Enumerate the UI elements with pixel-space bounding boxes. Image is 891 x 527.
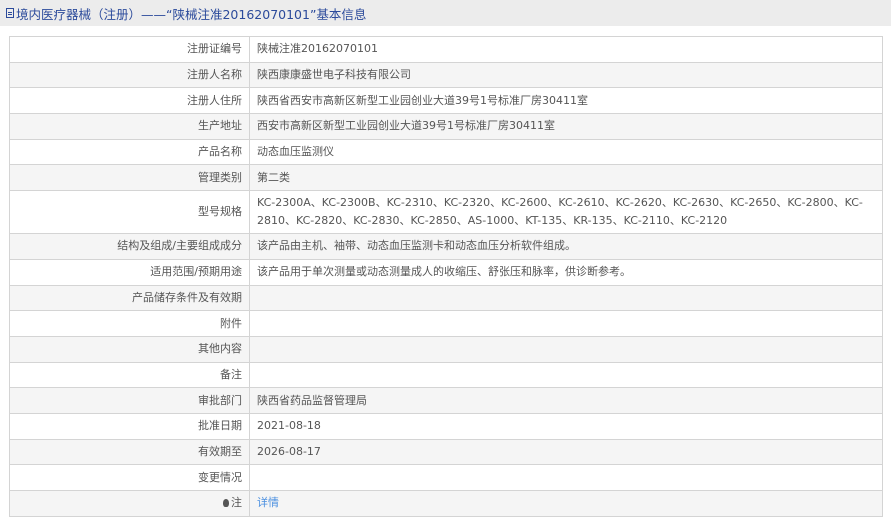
row-label: 有效期至 — [9, 438, 250, 466]
details-link[interactable]: 详情 — [257, 496, 279, 509]
row-value: 该产品由主机、袖带、动态血压监测卡和动态血压分析软件组成。 — [249, 233, 883, 260]
table-row: 备注 — [9, 361, 883, 389]
row-value — [249, 284, 883, 312]
row-value — [249, 310, 883, 337]
table-row: 生产地址 西安市高新区新型工业园创业大道39号1号标准厂房30411室 — [9, 113, 883, 140]
info-table: 注册证编号 陕械注准20162070101 注册人名称 陕西康康盛世电子科技有限公司注… — [9, 36, 883, 517]
table-row: 注册证编号 陕械注准20162070101 — [9, 36, 883, 63]
row-value: 详情 — [249, 490, 883, 517]
table-row: 审批部门 陕西省药品监督管理局 — [9, 387, 883, 414]
table-row-note: 注 详情 — [9, 490, 883, 517]
table-row: 其他内容 — [9, 335, 883, 363]
row-label: 注册人住所 — [9, 87, 250, 115]
table-row: 批准日期 2021-08-18 — [9, 412, 883, 440]
row-value: 陕西省药品监督管理局 — [249, 387, 883, 414]
table-row: 产品储存条件及有效期 — [9, 284, 883, 312]
page-title: 境内医疗器械（注册）——“陕械注准20162070101”基本信息 — [16, 6, 367, 22]
row-label: 适用范围/预期用途 — [9, 258, 250, 286]
row-label: 产品名称 — [9, 138, 250, 166]
row-label: 附件 — [9, 310, 250, 337]
row-label: 结构及组成/主要组成成分 — [9, 233, 250, 260]
row-value: 陕械注准20162070101 — [249, 36, 883, 63]
table-row: 附件 — [9, 310, 883, 337]
row-label: 审批部门 — [9, 387, 250, 414]
table-row: 适用范围/预期用途 该产品用于单次测量或动态测量成人的收缩压、舒张压和脉率，供诊断… — [9, 258, 883, 286]
row-value — [249, 361, 883, 389]
row-label: 批准日期 — [9, 412, 250, 440]
row-label: 管理类别 — [9, 164, 250, 192]
row-value: 陕西康康盛世电子科技有限公司 — [249, 61, 883, 89]
row-value: 2021-08-18 — [249, 412, 883, 440]
note-label: 注 — [231, 496, 242, 510]
row-value: 西安市高新区新型工业园创业大道39号1号标准厂房30411室 — [249, 113, 883, 140]
table-row: 结构及组成/主要组成成分 该产品由主机、袖带、动态血压监测卡和动态血压分析软件组成… — [9, 233, 883, 260]
row-label: 其他内容 — [9, 335, 250, 363]
row-value: 陕西省西安市高新区新型工业园创业大道39号1号标准厂房30411室 — [249, 87, 883, 115]
row-label: 注册证编号 — [9, 36, 250, 63]
row-value: 2026-08-17 — [249, 438, 883, 466]
row-label: 备注 — [9, 361, 250, 389]
row-label: 产品储存条件及有效期 — [9, 284, 250, 312]
row-value: 该产品用于单次测量或动态测量成人的收缩压、舒张压和脉率，供诊断参考。 — [249, 258, 883, 286]
lightbulb-icon — [223, 499, 229, 508]
page-header: 境内医疗器械（注册）——“陕械注准20162070101”基本信息 — [0, 0, 891, 26]
table-row: 有效期至 2026-08-17 — [9, 438, 883, 466]
table-row: 型号规格 KC-2300A、KC-2300B、KC-2310、KC-2320、KC… — [9, 190, 883, 235]
row-value: 第二类 — [249, 164, 883, 192]
row-label: 变更情况 — [9, 464, 250, 491]
table-row: 产品名称 动态血压监测仪 — [9, 138, 883, 166]
table-row: 注册人名称 陕西康康盛世电子科技有限公司 — [9, 61, 883, 89]
table-row: 注册人住所 陕西省西安市高新区新型工业园创业大道39号1号标准厂房30411室 — [9, 87, 883, 115]
table-row: 管理类别 第二类 — [9, 164, 883, 192]
row-label: 型号规格 — [9, 190, 250, 235]
row-value — [249, 335, 883, 363]
table-row: 变更情况 — [9, 464, 883, 491]
row-value: 动态血压监测仪 — [249, 138, 883, 166]
row-label: 注册人名称 — [9, 61, 250, 89]
row-label: 生产地址 — [9, 113, 250, 140]
row-value — [249, 464, 883, 491]
row-value: KC-2300A、KC-2300B、KC-2310、KC-2320、KC-260… — [249, 190, 883, 235]
row-label: 注 — [9, 490, 250, 517]
document-icon — [6, 8, 14, 18]
